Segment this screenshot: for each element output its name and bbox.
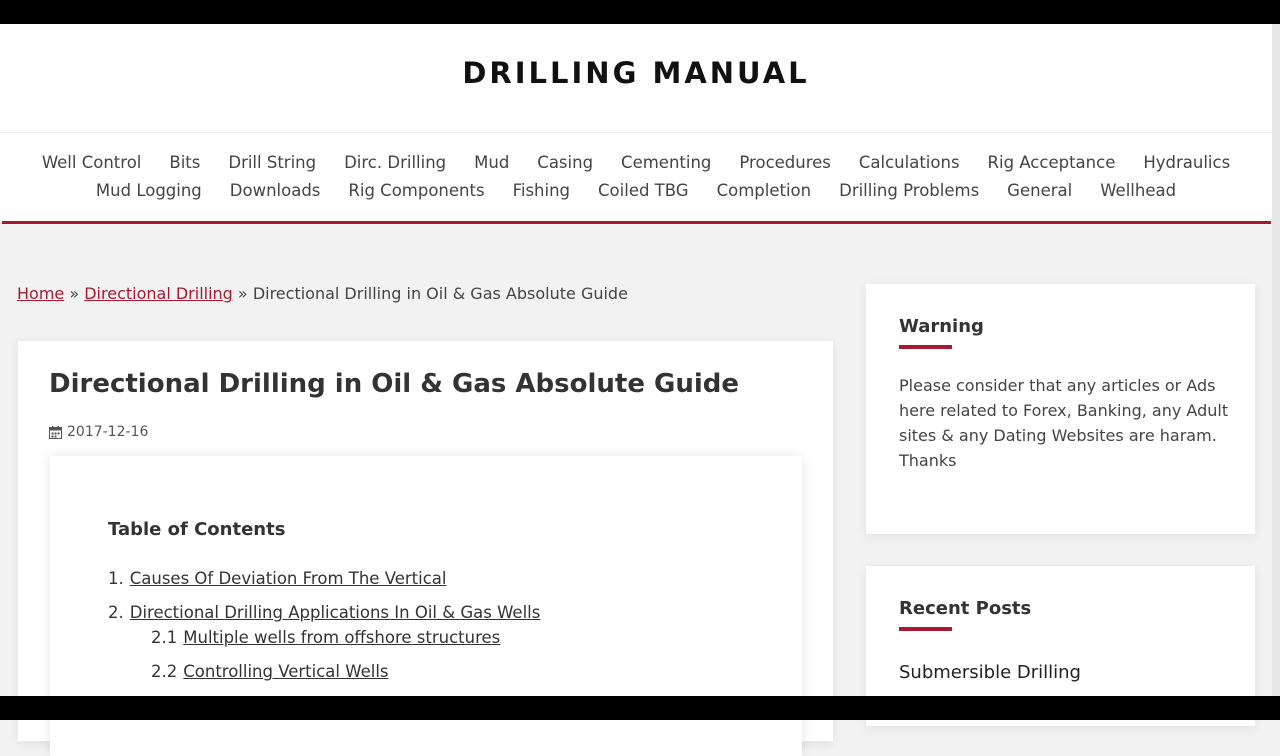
nav-item-fishing[interactable]: Fishing bbox=[513, 181, 570, 200]
nav-item-procedures[interactable]: Procedures bbox=[739, 153, 831, 172]
toc-item-number: 2.2 bbox=[151, 662, 178, 681]
main-nav: Well Control Bits Drill String Dirc. Dri… bbox=[0, 148, 1272, 204]
article-date: 2017-12-16 bbox=[67, 424, 149, 440]
page: DRILLING MANUAL Well Control Bits Drill … bbox=[0, 24, 1272, 756]
toc-title: Table of Contents bbox=[108, 519, 286, 540]
toc-link-causes-of-deviation[interactable]: Causes Of Deviation From The Vertical bbox=[130, 569, 447, 588]
scrollbar-track[interactable] bbox=[1272, 24, 1280, 696]
nav-accent-bar bbox=[2, 221, 1271, 224]
calendar-icon bbox=[49, 425, 62, 439]
breadcrumb-home-link[interactable]: Home bbox=[17, 284, 64, 303]
nav-item-drilling-problems[interactable]: Drilling Problems bbox=[839, 181, 979, 200]
nav-item-mud-logging[interactable]: Mud Logging bbox=[96, 181, 202, 200]
nav-item-downloads[interactable]: Downloads bbox=[230, 181, 321, 200]
widget-title: Warning bbox=[899, 316, 984, 337]
nav-item-completion[interactable]: Completion bbox=[717, 181, 812, 200]
nav-row-2: Mud Logging Downloads Rig Components Fis… bbox=[0, 176, 1272, 204]
nav-item-dirc-drilling[interactable]: Dirc. Drilling bbox=[344, 153, 446, 172]
warning-text: Please consider that any articles or Ads… bbox=[899, 376, 1229, 470]
widget-title-underline bbox=[899, 627, 952, 631]
site-header: DRILLING MANUAL Well Control Bits Drill … bbox=[0, 24, 1272, 222]
toc-item: 2.2 Controlling Vertical Wells bbox=[151, 662, 389, 681]
nav-item-well-control[interactable]: Well Control bbox=[42, 153, 142, 172]
nav-item-casing[interactable]: Casing bbox=[537, 153, 593, 172]
breadcrumb: Home » Directional Drilling » Directiona… bbox=[17, 284, 628, 303]
toc-item: 2. Directional Drilling Applications In O… bbox=[108, 603, 540, 622]
article-card: Directional Drilling in Oil & Gas Absolu… bbox=[18, 341, 833, 756]
breadcrumb-separator: » bbox=[69, 284, 80, 303]
nav-item-drill-string[interactable]: Drill String bbox=[228, 153, 316, 172]
nav-item-mud[interactable]: Mud bbox=[474, 153, 509, 172]
breadcrumb-category-link[interactable]: Directional Drilling bbox=[84, 284, 233, 303]
video-letterbox-bottom bbox=[0, 696, 1280, 720]
toc-link-multiple-wells[interactable]: Multiple wells from offshore structures bbox=[183, 628, 500, 647]
toc-item: 2.1 Multiple wells from offshore structur… bbox=[151, 628, 500, 647]
recent-post-link[interactable]: Submersible Drilling bbox=[899, 662, 1081, 683]
header-divider bbox=[0, 132, 1272, 133]
toc-link-applications[interactable]: Directional Drilling Applications In Oil… bbox=[130, 603, 541, 622]
widget-title: Recent Posts bbox=[899, 598, 1032, 619]
breadcrumb-current: Directional Drilling in Oil & Gas Absolu… bbox=[252, 284, 628, 303]
nav-item-hydraulics[interactable]: Hydraulics bbox=[1143, 153, 1230, 172]
toc-item-number: 2. bbox=[108, 603, 124, 622]
widget-title-underline bbox=[899, 345, 952, 349]
site-title[interactable]: DRILLING MANUAL bbox=[0, 56, 1272, 90]
nav-row-1: Well Control Bits Drill String Dirc. Dri… bbox=[0, 148, 1272, 176]
nav-item-calculations[interactable]: Calculations bbox=[859, 153, 960, 172]
breadcrumb-separator: » bbox=[237, 284, 248, 303]
article-title: Directional Drilling in Oil & Gas Absolu… bbox=[49, 369, 740, 399]
toc-link-controlling-vertical-wells[interactable]: Controlling Vertical Wells bbox=[183, 662, 388, 681]
nav-item-general[interactable]: General bbox=[1007, 181, 1072, 200]
nav-item-wellhead[interactable]: Wellhead bbox=[1100, 181, 1176, 200]
nav-item-coiled-tbg[interactable]: Coiled TBG bbox=[598, 181, 689, 200]
toc-item-number: 2.1 bbox=[151, 628, 178, 647]
nav-item-cementing[interactable]: Cementing bbox=[621, 153, 711, 172]
warning-widget: Warning Please consider that any article… bbox=[866, 284, 1255, 534]
article-meta: 2017-12-16 bbox=[49, 424, 148, 440]
nav-item-rig-acceptance[interactable]: Rig Acceptance bbox=[988, 153, 1116, 172]
nav-item-bits[interactable]: Bits bbox=[169, 153, 200, 172]
toc-item: 1. Causes Of Deviation From The Vertical bbox=[108, 569, 446, 588]
toc-item-number: 1. bbox=[108, 569, 124, 588]
video-letterbox-top bbox=[0, 0, 1280, 24]
nav-item-rig-components[interactable]: Rig Components bbox=[348, 181, 484, 200]
